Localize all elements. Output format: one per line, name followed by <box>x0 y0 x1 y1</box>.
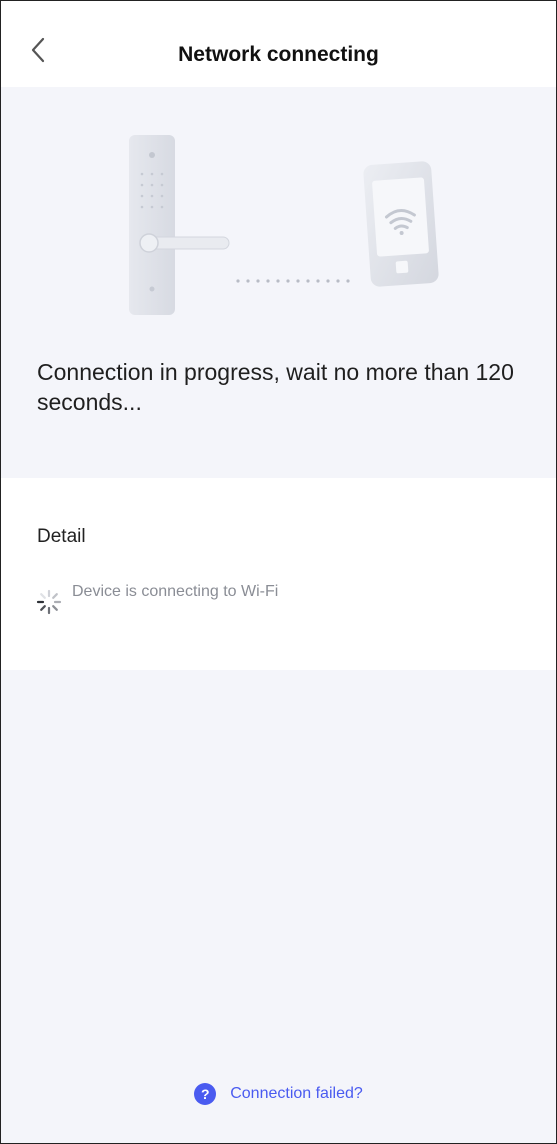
header-bar: Network connecting <box>1 1 556 87</box>
loading-spinner-icon <box>36 589 62 615</box>
phone-wifi-icon <box>363 161 439 287</box>
step-label: Device is connecting to Wi-Fi <box>72 583 279 600</box>
connection-dots <box>236 279 350 283</box>
connection-illustration <box>129 135 439 315</box>
detail-title: Detail <box>37 526 86 547</box>
connection-failed-link[interactable]: ? Connection failed? <box>1 1083 556 1105</box>
question-icon: ? <box>194 1083 217 1105</box>
app-screen: Network connecting Connection in progres… <box>0 0 557 1144</box>
step-row: Device is connecting to Wi-Fi <box>35 582 292 616</box>
detail-card: Detail Device is connecting to Wi-Fi <box>1 478 556 670</box>
smart-lock-icon <box>129 135 230 315</box>
page-title: Network connecting <box>178 43 379 66</box>
connection-failed-label: Connection failed? <box>230 1085 363 1102</box>
status-message: Connection in progress, wait no more tha… <box>37 359 514 415</box>
